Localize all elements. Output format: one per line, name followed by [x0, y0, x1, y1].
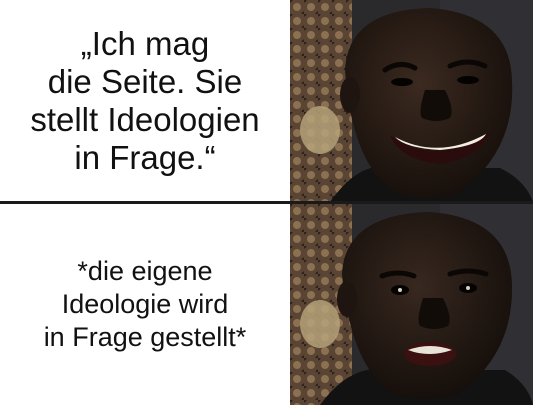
panel-top: „Ich mag die Seite. Sie stellt Ideologie…: [0, 0, 533, 202]
meme-image: „Ich mag die Seite. Sie stellt Ideologie…: [0, 0, 533, 405]
happy-face-illustration: [290, 0, 533, 202]
photo-disappointed-face: [290, 204, 533, 405]
caption-bottom: *die eigene Ideologie wird in Frage gest…: [43, 256, 247, 352]
caption-top: „Ich mag die Seite. Sie stellt Ideologie…: [30, 25, 260, 176]
panel-bottom: *die eigene Ideologie wird in Frage gest…: [0, 204, 533, 405]
disappointed-face-illustration: [290, 204, 533, 405]
photo-happy-face: [290, 0, 533, 202]
